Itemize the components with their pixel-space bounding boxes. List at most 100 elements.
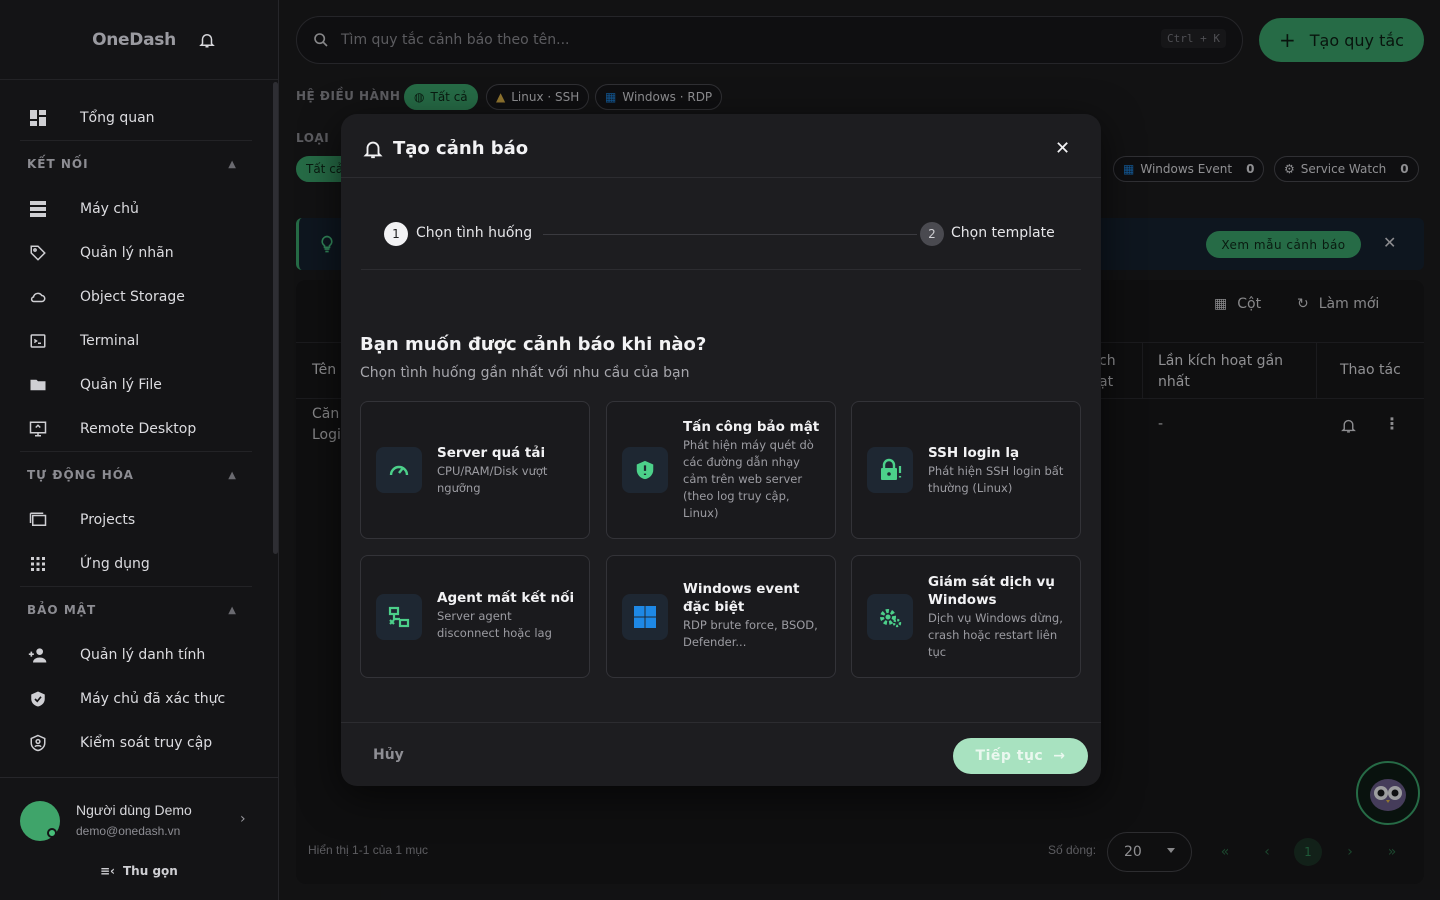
continue-label: Tiếp tục — [975, 748, 1044, 764]
card-description: RDP brute force, BSOD, Defender... — [683, 618, 818, 649]
card-description: Phát hiện máy quét dò các đường dẫn nhạy… — [683, 438, 814, 520]
scenario-card-server-overload[interactable]: Server quá tải CPU/RAM/Disk vượt ngưỡng — [360, 401, 590, 539]
sidebar-item-remote-desktop[interactable]: Remote Desktop — [0, 407, 268, 451]
section-title: KẾT NỐI — [27, 157, 89, 171]
sidebar-item-tags[interactable]: Quản lý nhãn — [0, 231, 268, 275]
step-label: Chọn tình huống — [416, 225, 533, 241]
stepper: 1 Chọn tình huống 2 Chọn template — [361, 202, 1081, 270]
section-title: BẢO MẬT — [27, 603, 97, 617]
chevron-up-icon: ▲ — [228, 158, 236, 170]
sidebar-item-label: Quản lý nhãn — [80, 245, 174, 261]
collapse-label: Thu gọn — [123, 864, 178, 878]
scenario-card-agent-disconnect[interactable]: Agent mất kết nối Server agent disconnec… — [360, 555, 590, 678]
step-number: 2 — [920, 222, 944, 246]
continue-button[interactable]: Tiếp tục → — [953, 738, 1088, 774]
question-title: Bạn muốn được cảnh báo khi nào? — [360, 334, 707, 355]
modal-header: Tạo cảnh báo ✕ — [341, 114, 1101, 178]
sidebar-nav: Tổng quan KẾT NỐI ▲ Máy chủ Quản lý nhãn… — [0, 96, 268, 765]
collapse-icon: ≡‹ — [100, 864, 115, 878]
notification-bell-icon[interactable] — [198, 31, 216, 49]
shield-check-icon — [28, 689, 48, 709]
bell-plus-icon — [363, 141, 383, 159]
user-name: Người dùng Demo — [76, 802, 192, 818]
sidebar-item-servers[interactable]: Máy chủ — [0, 187, 268, 231]
section-automation[interactable]: TỰ ĐỘNG HÓA ▲ — [0, 452, 268, 498]
sidebar-item-terminal[interactable]: Terminal — [0, 319, 268, 363]
sidebar-item-apps[interactable]: Ứng dụng — [0, 542, 268, 586]
section-security[interactable]: BẢO MẬT ▲ — [0, 587, 268, 633]
sidebar-item-label: Projects — [80, 512, 136, 528]
scenario-card-windows-event[interactable]: Windows event đặc biệt RDP brute force, … — [606, 555, 836, 678]
sidebar: OneDash Tổng quan KẾT NỐI ▲ Máy chủ Quản… — [0, 0, 279, 900]
sidebar-item-label: Quản lý danh tính — [80, 647, 206, 663]
card-description: Dịch vụ Windows dừng, crash hoặc restart… — [928, 611, 1063, 659]
sidebar-item-identity[interactable]: Quản lý danh tính — [0, 633, 268, 677]
modal-title: Tạo cảnh báo — [393, 138, 529, 159]
service-gear-icon — [867, 594, 913, 640]
sidebar-item-label: Máy chủ — [80, 201, 139, 217]
dashboard-icon — [28, 108, 48, 128]
scenario-card-ssh-login[interactable]: SSH login lạ Phát hiện SSH login bất thư… — [851, 401, 1081, 539]
projects-icon — [28, 510, 48, 530]
shield-alert-icon — [622, 447, 668, 493]
sidebar-item-label: Ứng dụng — [80, 556, 150, 572]
card-description: CPU/RAM/Disk vượt ngưỡng — [437, 464, 548, 495]
windows-icon — [622, 594, 668, 640]
sidebar-item-label: Máy chủ đã xác thực — [80, 691, 226, 707]
brand-header: OneDash — [0, 0, 278, 80]
remote-desktop-icon — [28, 419, 48, 439]
folder-icon — [28, 375, 48, 395]
arrow-right-icon: → — [1053, 748, 1066, 764]
sidebar-item-verified-servers[interactable]: Máy chủ đã xác thực — [0, 677, 268, 721]
brand-logo[interactable]: OneDash — [92, 30, 176, 50]
step-label: Chọn template — [951, 225, 1055, 241]
card-title: Windows event đặc biệt — [683, 581, 800, 615]
sidebar-scrollbar[interactable] — [273, 82, 278, 554]
sidebar-item-overview[interactable]: Tổng quan — [0, 96, 268, 140]
user-panel[interactable]: Người dùng Demo demo@onedash.vn › ≡‹ Thu… — [0, 777, 279, 900]
users-icon — [28, 645, 48, 665]
user-email: demo@onedash.vn — [76, 824, 181, 838]
card-title: SSH login lạ — [928, 445, 1020, 461]
sidebar-item-files[interactable]: Quản lý File — [0, 363, 268, 407]
sidebar-item-label: Kiểm soát truy cập — [80, 735, 213, 751]
modal-footer: Hủy Tiếp tục → — [341, 722, 1101, 786]
access-control-icon — [28, 733, 48, 753]
chevron-up-icon: ▲ — [228, 469, 236, 481]
card-description: Phát hiện SSH login bất thường (Linux) — [928, 464, 1064, 495]
chevron-right-icon[interactable]: › — [240, 811, 246, 827]
sidebar-item-label: Remote Desktop — [80, 421, 197, 437]
chevron-up-icon: ▲ — [228, 604, 236, 616]
create-alert-modal: Tạo cảnh báo ✕ 1 Chọn tình huống 2 Chọn … — [341, 114, 1101, 786]
scenario-card-security-attack[interactable]: Tấn công bảo mật Phát hiện máy quét dò c… — [606, 401, 836, 539]
card-description: Server agent disconnect hoặc lag — [437, 609, 552, 640]
apps-grid-icon — [28, 554, 48, 574]
network-off-icon — [376, 594, 422, 640]
card-title: Server quá tải — [437, 445, 546, 461]
sidebar-item-label: Object Storage — [80, 289, 185, 305]
card-title: Tấn công bảo mật — [683, 419, 820, 435]
step-connector — [543, 234, 917, 235]
server-icon — [28, 199, 48, 219]
sidebar-item-projects[interactable]: Projects — [0, 498, 268, 542]
sidebar-item-label: Quản lý File — [80, 377, 162, 393]
gauge-icon — [376, 447, 422, 493]
cloud-icon — [28, 287, 48, 307]
online-status-dot — [47, 828, 57, 838]
terminal-icon — [28, 331, 48, 351]
question-subtitle: Chọn tình huống gần nhất với nhu cầu của… — [360, 365, 690, 381]
section-title: TỰ ĐỘNG HÓA — [27, 468, 134, 482]
cancel-button[interactable]: Hủy — [373, 747, 404, 763]
lock-alert-icon — [867, 447, 913, 493]
tag-icon — [28, 243, 48, 263]
step-number: 1 — [384, 222, 408, 246]
sidebar-item-label: Terminal — [80, 333, 140, 349]
section-connect[interactable]: KẾT NỐI ▲ — [0, 141, 268, 187]
sidebar-item-label: Tổng quan — [80, 110, 155, 126]
scenario-card-windows-service[interactable]: Giám sát dịch vụ Windows Dịch vụ Windows… — [851, 555, 1081, 678]
close-icon[interactable]: ✕ — [1055, 138, 1070, 159]
collapse-sidebar-button[interactable]: ≡‹ Thu gọn — [100, 864, 178, 878]
sidebar-item-object-storage[interactable]: Object Storage — [0, 275, 268, 319]
card-title: Agent mất kết nối — [437, 590, 575, 606]
sidebar-item-access-control[interactable]: Kiểm soát truy cập — [0, 721, 268, 765]
